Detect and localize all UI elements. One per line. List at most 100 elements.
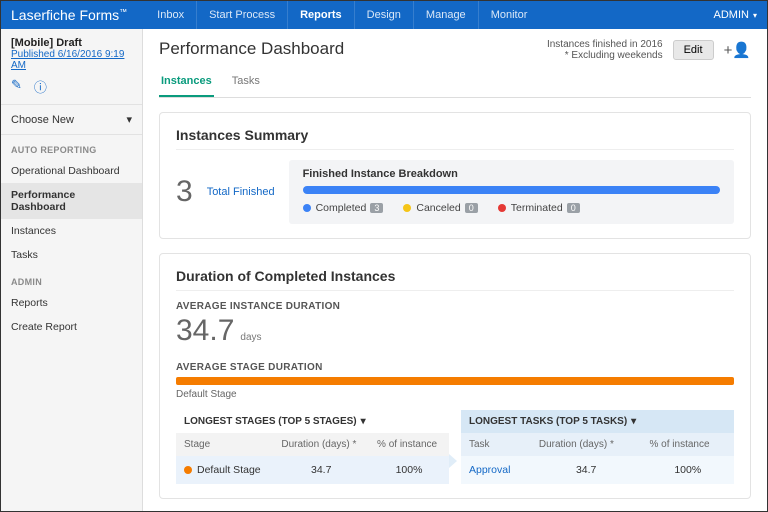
col-task[interactable]: Task xyxy=(461,433,531,456)
default-stage-label: Default Stage xyxy=(176,389,734,400)
longest-stages-header[interactable]: LONGEST STAGES (TOP 5 STAGES) ▾ xyxy=(176,410,449,433)
breakdown-title: Finished Instance Breakdown xyxy=(303,168,720,180)
nav-monitor[interactable]: Monitor xyxy=(478,1,540,29)
legend-canceled: Canceled0 xyxy=(403,202,477,214)
longest-stages-title: LONGEST STAGES (TOP 5 STAGES) xyxy=(184,416,357,427)
task-duration-cell: 34.7 xyxy=(531,456,642,484)
page-header-right: Instances finished in 2016 * Excluding w… xyxy=(547,39,751,61)
sidebar-item-instances[interactable]: Instances xyxy=(1,219,142,243)
page-header: Performance Dashboard Instances finished… xyxy=(159,39,751,61)
draft-title: [Mobile] Draft xyxy=(11,37,132,49)
sidebar-item-reports[interactable]: Reports xyxy=(1,291,142,315)
header-note: Instances finished in 2016 * Excluding w… xyxy=(547,39,663,61)
caret-down-icon: ▾ xyxy=(631,416,636,427)
legend-completed: Completed3 xyxy=(303,202,384,214)
col-pct[interactable]: % of instance xyxy=(369,433,449,456)
avg-stage-label: AVERAGE STAGE DURATION xyxy=(176,362,734,373)
user-menu[interactable]: ADMIN ▾ xyxy=(714,9,757,21)
nav-reports[interactable]: Reports xyxy=(287,1,354,29)
choose-new-label: Choose New xyxy=(11,114,74,126)
longest-tasks-panel: LONGEST TASKS (TOP 5 TASKS) ▾ Task Durati… xyxy=(461,410,734,484)
avg-instance-value: 34.7 xyxy=(176,314,234,348)
nav-inbox[interactable]: Inbox xyxy=(145,1,196,29)
avg-instance-row: 34.7 days xyxy=(176,314,734,348)
brand-text: Laserfiche Forms xyxy=(11,7,119,23)
summary-title: Instances Summary xyxy=(176,127,734,150)
stage-pct-cell: 100% xyxy=(369,456,449,484)
header-note-line1: Instances finished in 2016 xyxy=(547,39,663,50)
page-title: Performance Dashboard xyxy=(159,39,344,59)
sidebar-item-performance-dashboard[interactable]: Performance Dashboard xyxy=(1,183,142,219)
longest-tasks-title: LONGEST TASKS (TOP 5 TASKS) xyxy=(469,416,627,427)
total-finished-link[interactable]: Total Finished xyxy=(207,186,275,198)
table-header-row: Task Duration (days) * % of instance xyxy=(461,433,734,456)
longest-tasks-header[interactable]: LONGEST TASKS (TOP 5 TASKS) ▾ xyxy=(461,410,734,433)
add-person-icon[interactable]: +👤 xyxy=(724,41,751,59)
stages-table: Stage Duration (days) * % of instance De… xyxy=(176,433,449,484)
table-header-row: Stage Duration (days) * % of instance xyxy=(176,433,449,456)
summary-row: 3 Total Finished Finished Instance Break… xyxy=(176,160,734,224)
tab-tasks[interactable]: Tasks xyxy=(230,69,262,97)
info-icon[interactable]: ⓘ xyxy=(34,77,47,96)
sidebar-draft-block: [Mobile] Draft Published 6/16/2016 9:19 … xyxy=(1,29,142,105)
tab-instances[interactable]: Instances xyxy=(159,69,214,97)
col-pct[interactable]: % of instance xyxy=(642,433,734,456)
dot-yellow-icon xyxy=(403,204,411,212)
nav-manage[interactable]: Manage xyxy=(413,1,478,29)
nav-start-process[interactable]: Start Process xyxy=(196,1,287,29)
choose-new-dropdown[interactable]: Choose New ▾ xyxy=(1,105,142,135)
instances-summary-card: Instances Summary 3 Total Finished Finis… xyxy=(159,112,751,239)
avg-instance-unit: days xyxy=(240,332,261,343)
duration-card: Duration of Completed Instances AVERAGE … xyxy=(159,253,751,499)
dot-red-icon xyxy=(498,204,506,212)
legend-terminated-label: Terminated xyxy=(511,202,563,214)
sidebar-group-admin: ADMIN xyxy=(1,267,142,291)
table-row[interactable]: Approval 34.7 100% xyxy=(461,456,734,484)
caret-down-icon: ▾ xyxy=(753,11,757,20)
draft-icons: ✎ ⓘ xyxy=(11,77,132,96)
legend-terminated-count: 0 xyxy=(567,203,580,213)
sidebar-item-create-report[interactable]: Create Report xyxy=(1,315,142,339)
stage-cell: Default Stage xyxy=(176,456,273,484)
user-label: ADMIN xyxy=(714,9,749,21)
sidebar-item-tasks[interactable]: Tasks xyxy=(1,243,142,267)
stage-duration-cell: 34.7 xyxy=(273,456,369,484)
dot-orange-icon xyxy=(184,466,192,474)
avg-instance-label: AVERAGE INSTANCE DURATION xyxy=(176,301,734,312)
avg-stage-bar xyxy=(176,377,734,385)
top-bar: Laserfiche Forms™ Inbox Start Process Re… xyxy=(1,1,767,29)
shell: [Mobile] Draft Published 6/16/2016 9:19 … xyxy=(1,29,767,511)
longest-panels: LONGEST STAGES (TOP 5 STAGES) ▾ Stage Dur… xyxy=(176,410,734,484)
duration-title: Duration of Completed Instances xyxy=(176,268,734,291)
stage-name: Default Stage xyxy=(197,464,261,476)
breakdown-bar xyxy=(303,186,720,194)
sidebar-item-operational-dashboard[interactable]: Operational Dashboard xyxy=(1,159,142,183)
legend-terminated: Terminated 0 xyxy=(498,202,580,214)
caret-down-icon: ▾ xyxy=(126,113,132,126)
dot-blue-icon xyxy=(303,204,311,212)
col-duration[interactable]: Duration (days) * xyxy=(531,433,642,456)
draft-published-link[interactable]: Published 6/16/2016 9:19 AM xyxy=(11,49,132,71)
task-pct-cell: 100% xyxy=(642,456,734,484)
total-finished-count: 3 xyxy=(176,175,193,209)
table-row[interactable]: Default Stage 34.7 100% xyxy=(176,456,449,484)
task-name-link[interactable]: Approval xyxy=(461,456,531,484)
breakdown-legend: Completed3 Canceled0 Terminated 0 xyxy=(303,202,720,214)
legend-canceled-count: 0 xyxy=(465,203,478,213)
edit-icon[interactable]: ✎ xyxy=(11,77,22,96)
legend-completed-label: Completed xyxy=(316,202,367,214)
tabs: Instances Tasks xyxy=(159,69,751,98)
breakdown-panel: Finished Instance Breakdown Completed3 C… xyxy=(289,160,734,224)
tasks-table: Task Duration (days) * % of instance App… xyxy=(461,433,734,484)
brand: Laserfiche Forms™ xyxy=(11,7,127,23)
sidebar: [Mobile] Draft Published 6/16/2016 9:19 … xyxy=(1,29,143,511)
header-note-line2: * Excluding weekends xyxy=(547,50,663,61)
edit-button[interactable]: Edit xyxy=(673,40,714,60)
top-nav: Inbox Start Process Reports Design Manag… xyxy=(145,1,539,29)
nav-design[interactable]: Design xyxy=(354,1,413,29)
legend-completed-count: 3 xyxy=(370,203,383,213)
col-duration[interactable]: Duration (days) * xyxy=(273,433,369,456)
caret-down-icon: ▾ xyxy=(361,416,366,427)
trademark: ™ xyxy=(119,7,127,16)
col-stage[interactable]: Stage xyxy=(176,433,273,456)
